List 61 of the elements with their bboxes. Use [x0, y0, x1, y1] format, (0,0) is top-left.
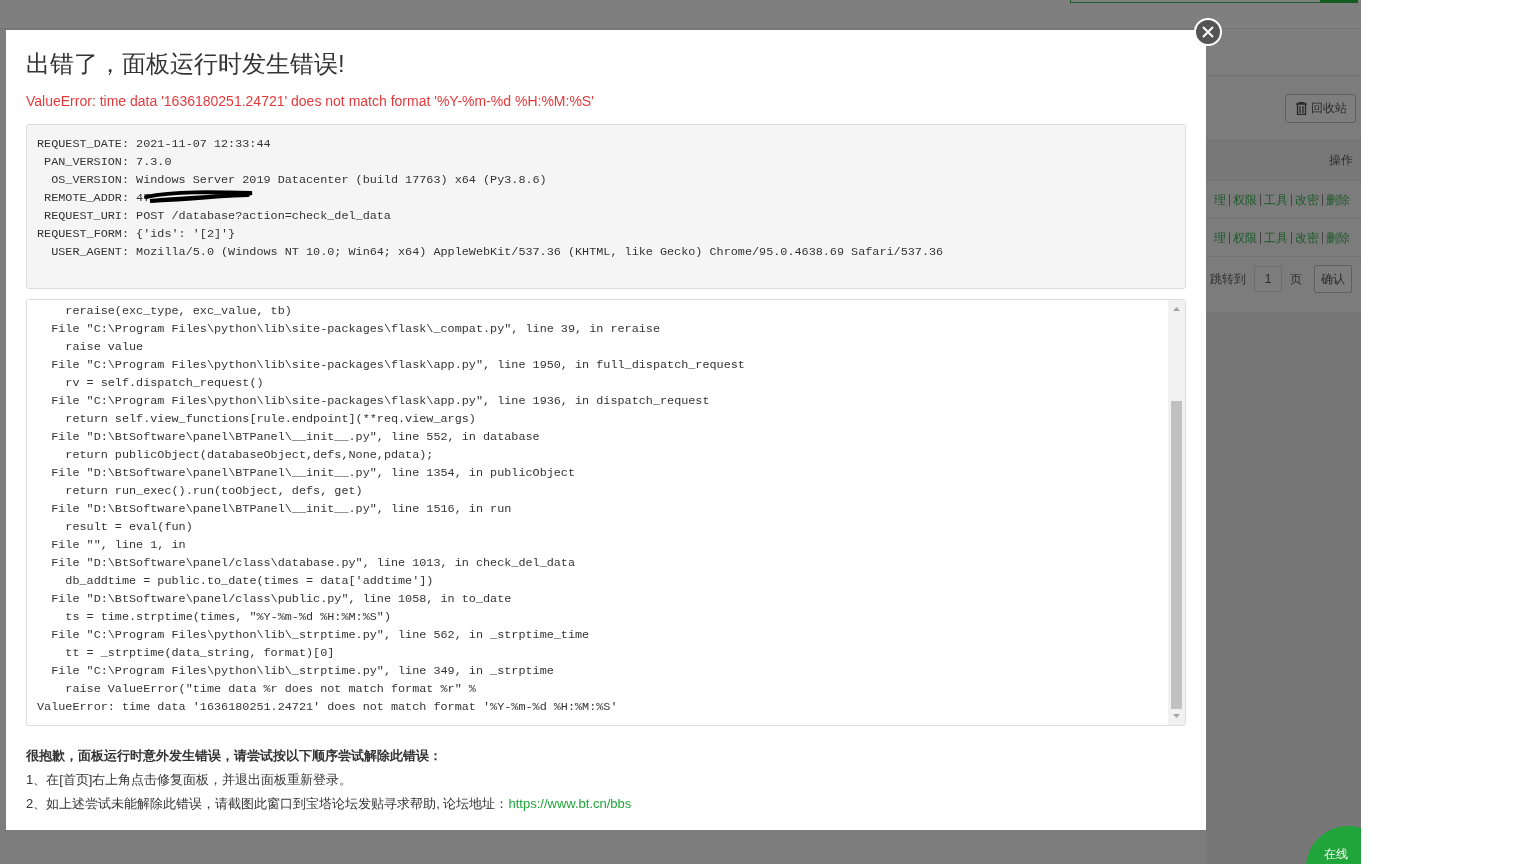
- info-label: REQUEST_FORM:: [37, 226, 129, 243]
- help-heading: 很抱歉，面板运行时意外发生错误，请尝试按以下顺序尝试解除此错误：: [26, 747, 443, 765]
- info-value: {'ids': '[2]'}: [136, 226, 236, 243]
- info-label: USER_AGENT:: [50, 244, 129, 261]
- traceback-line: File "D:\BtSoftware\panel\BTPanel\__init__.py", line 552, in database: [50, 429, 541, 446]
- forum-link[interactable]: https://www.bt.cn/bbs: [508, 796, 632, 811]
- traceback-line: File "C:\Program Files\python\lib\site-packages\flask\_compat.py", line 39, in reraise: [50, 321, 661, 338]
- traceback-line: File "C:\Program Files\python\lib\site-packages\flask\app.py", line 1950, in full_dispatch_request: [50, 357, 746, 374]
- traceback-line: return run_exec().run(toObject, defs, get): [64, 483, 364, 500]
- info-value: Windows Server 2019 Datacenter (build 17763) x64 (Py3.8.6): [136, 172, 547, 189]
- info-value: 7.3.0: [136, 154, 172, 171]
- action-link[interactable]: 改密: [1291, 231, 1322, 244]
- close-icon: [1202, 26, 1214, 38]
- traceback-line: File "C:\Program Files\python\lib\_strptime.py", line 349, in _strptime: [50, 663, 555, 680]
- dialog-title: 出错了，面板运行时发生错误!: [26, 49, 346, 79]
- traceback-line: raise value: [64, 339, 145, 356]
- info-value: Mozilla/5.0 (Windows NT 10.0; Win64; x64) AppleWebKit/537.36 (KHTML, like Gecko) Chrome/95.0.4638.69 Safari/537.36: [136, 244, 944, 261]
- traceback-line: File "", line 1, in: [50, 537, 187, 554]
- traceback-line: raise ValueError("time data %r does not match format %r" %: [64, 681, 477, 698]
- traceback-line: reraise(exc_type, exc_value, tb): [64, 303, 293, 320]
- help-step: 1、在[首页]右上角点击修复面板，并退出面板重新登录。: [26, 772, 353, 787]
- info-label: REMOTE_ADDR:: [43, 190, 129, 207]
- info-label: REQUEST_DATE:: [37, 136, 129, 153]
- info-label: REQUEST_URI:: [43, 208, 129, 225]
- action-link[interactable]: 工具: [1260, 231, 1291, 244]
- toolbar-button-edge: [1320, 0, 1358, 3]
- action-link[interactable]: 理: [1211, 231, 1229, 244]
- traceback-line: File "D:\BtSoftware\panel\BTPanel\__init__.py", line 1354, in publicObject: [50, 465, 577, 482]
- page-input[interactable]: 1: [1254, 266, 1282, 292]
- info-value: 2021-11-07 12:33:44: [136, 136, 271, 153]
- action-link[interactable]: 工具: [1260, 193, 1291, 206]
- traceback-line: File "C:\Program Files\python\lib\_strptime.py", line 562, in _strptime_time: [50, 627, 591, 644]
- help-step: 2、如上述尝试未能解除此错误，请截图此窗口到宝塔论坛发贴寻求帮助, 论坛地址：: [26, 796, 509, 811]
- traceback-line: File "D:\BtSoftware\panel\BTPanel\__init__.py", line 1516, in run: [50, 501, 513, 518]
- traceback-line: result = eval(fun): [64, 519, 194, 536]
- action-link[interactable]: 改密: [1291, 193, 1322, 206]
- traceback-line: return self.view_functions[rule.endpoint](**req.view_args): [64, 411, 477, 428]
- traceback-line: return publicObject(databaseObject,defs,None,pdata);: [64, 447, 435, 464]
- traceback-line: ValueError: time data '1636180251.24721' does not match format '%Y-%m-%d %H:%M:%S': [37, 699, 619, 716]
- traceback-line: File "D:\BtSoftware\panel/class\database.py", line 1013, in check_del_data: [50, 555, 577, 572]
- page-unit: 页: [1290, 270, 1302, 288]
- traceback-line: File "C:\Program Files\python\lib\site-packages\flask\app.py", line 1936, in dispatch_request: [50, 393, 711, 410]
- confirm-button[interactable]: 确认: [1314, 265, 1352, 293]
- traceback-line: File "D:\BtSoftware\panel/class\public.py", line 1058, in to_date: [50, 591, 513, 608]
- info-label: PAN_VERSION:: [43, 154, 129, 171]
- column-header: 操作: [1329, 152, 1353, 169]
- info-label: OS_VERSION:: [50, 172, 129, 189]
- traceback-line: rv = self.dispatch_request(): [64, 375, 265, 392]
- action-link[interactable]: 理: [1211, 193, 1229, 206]
- error-message: ValueError: time data '1636180251.24721' does not match format '%Y-%m-%d %H:%M:%S': [26, 92, 595, 110]
- recycle-bin-button[interactable]: 回收站: [1285, 93, 1356, 123]
- traceback-line: db_addtime = public.to_date(times = data['addtime']): [64, 573, 435, 590]
- trash-icon: [1296, 101, 1307, 115]
- traceback-line: tt = _strptime(data_string, format)[0]: [64, 645, 336, 662]
- action-link[interactable]: 删除: [1322, 193, 1353, 206]
- jump-label: 跳转到: [1210, 270, 1246, 288]
- action-link[interactable]: 权限: [1229, 231, 1260, 244]
- traceback-line: ts = time.strptime(times, "%Y-%m-%d %H:%M:%S"): [64, 609, 392, 626]
- info-value: POST /database?action=check_del_data: [136, 208, 391, 225]
- action-link[interactable]: 删除: [1322, 231, 1353, 244]
- action-link[interactable]: 权限: [1229, 193, 1260, 206]
